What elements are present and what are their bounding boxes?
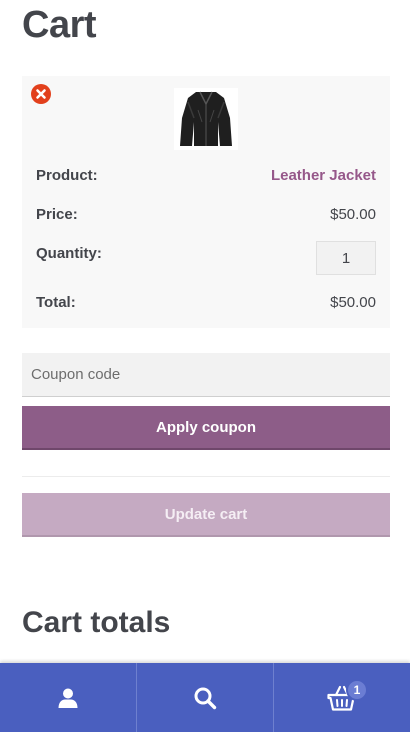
cart-item: Product: Leather Jacket Price: $50.00 Qu… [22, 76, 390, 328]
footer-search-button[interactable] [136, 663, 273, 732]
user-icon [58, 688, 78, 708]
divider [22, 476, 390, 477]
footer-account-button[interactable] [0, 663, 136, 732]
quantity-input[interactable] [316, 241, 376, 275]
coupon-code-input[interactable] [22, 353, 390, 397]
update-cart-button[interactable]: Update cart [22, 493, 390, 537]
cart-count-badge: 1 [346, 679, 368, 701]
product-name-cell: Leather Jacket [271, 167, 376, 184]
footer-cart-button[interactable]: 1 [273, 663, 410, 732]
total-label: Total: [36, 294, 76, 311]
price-label: Price: [36, 206, 78, 223]
search-icon [194, 687, 217, 709]
total-value: $50.00 [330, 294, 376, 311]
apply-coupon-button[interactable]: Apply coupon [22, 406, 390, 450]
quantity-label: Quantity: [36, 245, 102, 262]
price-value: $50.00 [330, 206, 376, 223]
product-name-link[interactable]: Leather Jacket [271, 167, 376, 184]
product-thumbnail[interactable] [174, 88, 238, 150]
remove-item-icon[interactable] [31, 84, 51, 104]
cart-totals-title: Cart totals [22, 606, 171, 639]
product-label: Product: [36, 167, 98, 184]
page-title: Cart [22, 4, 97, 46]
footer-bar: 1 [0, 663, 410, 732]
